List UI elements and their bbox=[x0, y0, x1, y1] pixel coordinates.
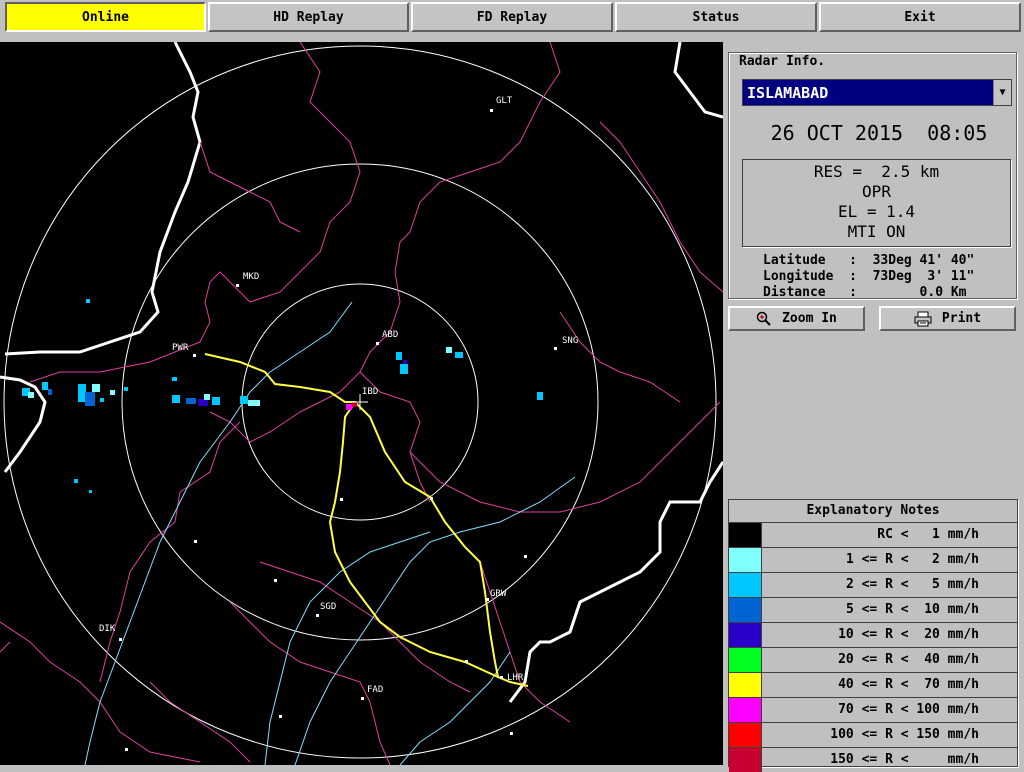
place-label-glt: GLT bbox=[496, 96, 513, 106]
cursor-coordinates: Latitude : 33Deg 41' 40" Longitude : 73D… bbox=[763, 253, 975, 300]
place-label-abd: ABD bbox=[382, 330, 398, 340]
scan-time: 08:05 bbox=[927, 121, 988, 145]
place-label-pwr: PWR bbox=[172, 343, 189, 353]
notes-row-text: 10 <= R < 20 mm/h bbox=[838, 627, 979, 642]
zoom-in-label: Zoom In bbox=[782, 311, 837, 326]
place-label-grw: GRW bbox=[490, 589, 507, 599]
status-button[interactable]: Status bbox=[615, 2, 817, 32]
color-swatch bbox=[729, 523, 762, 547]
mti-text: MTI ON bbox=[847, 222, 906, 241]
chevron-down-icon[interactable]: ▼ bbox=[993, 80, 1011, 105]
notes-row-text: 40 <= R < 70 mm/h bbox=[838, 677, 979, 692]
distance-value: 0.0 Km bbox=[919, 285, 967, 300]
color-swatch bbox=[729, 698, 762, 722]
place-label-ibd: IBD bbox=[362, 387, 378, 397]
notes-row: RC < 1 mm/h bbox=[729, 523, 1017, 548]
printer-icon bbox=[914, 311, 932, 326]
print-label: Print bbox=[941, 311, 982, 326]
longitude-value: 73Deg 3' 11" bbox=[872, 269, 975, 284]
notes-row-text: 1 <= R < 2 mm/h bbox=[845, 552, 979, 567]
distance-label: Distance bbox=[763, 285, 826, 300]
notes-row: 150 <= R < mm/h bbox=[729, 748, 1017, 772]
station-select-value: ISLAMABAD bbox=[747, 84, 829, 102]
color-swatch bbox=[729, 673, 762, 697]
notes-row: 100 <= R < 150 mm/h bbox=[729, 723, 1017, 748]
radar-map-canvas[interactable]: GLT MKD ABD PWR IBD SNG DIK SGD GRW LHR … bbox=[0, 42, 723, 765]
color-swatch bbox=[729, 723, 762, 747]
place-label-sgd: SGD bbox=[320, 602, 336, 612]
notes-row: 1 <= R < 2 mm/h bbox=[729, 548, 1017, 573]
resolution-text: RES = 2.5 km bbox=[813, 162, 940, 181]
online-button[interactable]: Online bbox=[5, 2, 206, 32]
print-button[interactable]: Print bbox=[879, 306, 1016, 331]
notes-row-text: 150 <= R < mm/h bbox=[830, 752, 979, 767]
place-label-dik: DIK bbox=[99, 624, 116, 634]
notes-row-text: 100 <= R < 150 mm/h bbox=[830, 727, 979, 742]
notes-row-text: 2 <= R < 5 mm/h bbox=[845, 577, 979, 592]
magnifier-icon bbox=[756, 311, 771, 326]
color-swatch bbox=[729, 748, 762, 772]
explanatory-notes: Explanatory Notes RC < 1 mm/h 1 <= R < 2… bbox=[728, 499, 1018, 772]
scan-parameters: RES = 2.5 km OPR EL = 1.4 MTI ON bbox=[742, 159, 1011, 247]
notes-title: Explanatory Notes bbox=[729, 500, 1017, 523]
station-select[interactable]: ISLAMABAD ▼ bbox=[742, 79, 1012, 106]
notes-row: 2 <= R < 5 mm/h bbox=[729, 573, 1017, 598]
notes-row: 5 <= R < 10 mm/h bbox=[729, 598, 1017, 623]
notes-row: 40 <= R < 70 mm/h bbox=[729, 673, 1017, 698]
notes-row-text: 70 <= R < 100 mm/h bbox=[838, 702, 979, 717]
latitude-value: 33Deg 41' 40" bbox=[872, 253, 975, 268]
latitude-label: Latitude bbox=[763, 253, 826, 268]
scan-date: 26 OCT 2015 bbox=[770, 121, 904, 145]
zoom-in-button[interactable]: Zoom In bbox=[728, 306, 865, 331]
scan-datetime: 26 OCT 2015 08:05 bbox=[729, 121, 1024, 145]
notes-row-text: 20 <= R < 40 mm/h bbox=[838, 652, 979, 667]
color-swatch bbox=[729, 573, 762, 597]
notes-row-text: RC < 1 mm/h bbox=[877, 527, 979, 542]
color-swatch bbox=[729, 548, 762, 572]
place-label-sng: SNG bbox=[562, 336, 578, 346]
hd-replay-button[interactable]: HD Replay bbox=[208, 2, 409, 32]
place-label-mkd: MKD bbox=[243, 272, 259, 282]
radar-info-legend: Radar Info. bbox=[737, 54, 828, 69]
color-swatch bbox=[729, 623, 762, 647]
radar-info-group: Radar Info. ISLAMABAD ▼ 26 OCT 2015 08:0… bbox=[728, 52, 1017, 300]
notes-row: 10 <= R < 20 mm/h bbox=[729, 623, 1017, 648]
notes-row: 20 <= R < 40 mm/h bbox=[729, 648, 1017, 673]
radar-map[interactable]: GLT MKD ABD PWR IBD SNG DIK SGD GRW LHR … bbox=[0, 42, 723, 765]
fd-replay-button[interactable]: FD Replay bbox=[411, 2, 613, 32]
exit-button[interactable]: Exit bbox=[819, 2, 1021, 32]
notes-row: 70 <= R < 100 mm/h bbox=[729, 698, 1017, 723]
color-swatch bbox=[729, 598, 762, 622]
top-toolbar: Online HD Replay FD Replay Status Exit bbox=[0, 0, 1024, 35]
notes-row-text: 5 <= R < 10 mm/h bbox=[845, 602, 979, 617]
place-label-lhr: LHR bbox=[507, 673, 524, 683]
elevation-text: EL = 1.4 bbox=[837, 202, 916, 221]
longitude-label: Longitude bbox=[763, 269, 834, 284]
side-panel: Radar Info. ISLAMABAD ▼ 26 OCT 2015 08:0… bbox=[724, 42, 1024, 772]
mode-text: OPR bbox=[862, 182, 891, 201]
color-swatch bbox=[729, 648, 762, 672]
place-label-fad: FAD bbox=[367, 685, 383, 695]
